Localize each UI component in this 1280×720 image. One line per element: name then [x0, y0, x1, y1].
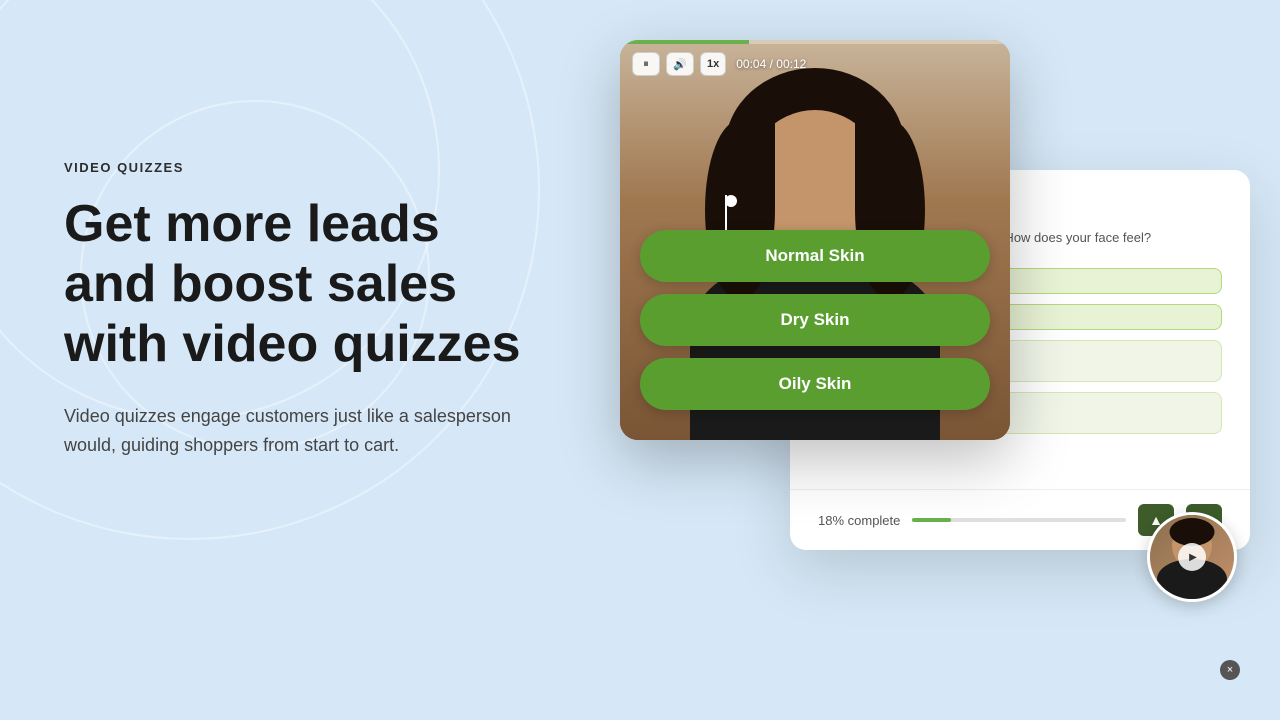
- volume-icon: 🔊: [673, 58, 687, 71]
- thumb-person-hair: [1170, 518, 1215, 546]
- video-progress-fill: [620, 40, 749, 44]
- thumb-play-icon[interactable]: ▶: [1178, 543, 1206, 571]
- progress-bar-container: [912, 518, 1126, 522]
- video-thumb-background: ▶: [1150, 515, 1234, 599]
- section-tag: VIDEO QUIZZES: [64, 160, 584, 175]
- video-thumbnail[interactable]: ▶: [1147, 512, 1237, 602]
- answer-normal-skin[interactable]: Normal Skin: [640, 230, 990, 282]
- right-section: ⏸ 🔊 1x 00:04 / 00:12 Normal Skin Dry Ski…: [610, 40, 1250, 720]
- answer-oily-skin[interactable]: Oily Skin: [640, 358, 990, 410]
- video-progress-bar: [620, 40, 1010, 44]
- speed-button[interactable]: 1x: [700, 52, 726, 76]
- video-card: ⏸ 🔊 1x 00:04 / 00:12 Normal Skin Dry Ski…: [620, 40, 1010, 440]
- headline-line3: with video quizzes: [64, 315, 521, 373]
- play-triangle: ▶: [1189, 552, 1197, 563]
- answer-buttons: Normal Skin Dry Skin Oily Skin: [640, 230, 990, 410]
- answer-dry-skin[interactable]: Dry Skin: [640, 294, 990, 346]
- headline-line1: Get more leads: [64, 195, 440, 253]
- earphone-cord: [725, 195, 727, 235]
- left-section: VIDEO QUIZZES Get more leads and boost s…: [64, 160, 584, 460]
- headline-line2: and boost sales: [64, 255, 457, 313]
- progress-label: 18% complete: [818, 513, 900, 528]
- headline: Get more leads and boost sales with vide…: [64, 195, 584, 374]
- pause-button[interactable]: ⏸: [632, 52, 660, 76]
- thumb-close-button[interactable]: ×: [1220, 660, 1240, 680]
- video-controls: ⏸ 🔊 1x 00:04 / 00:12: [632, 52, 998, 76]
- progress-bar-fill: [912, 518, 950, 522]
- time-display: 00:04 / 00:12: [736, 57, 806, 71]
- volume-button[interactable]: 🔊: [666, 52, 694, 76]
- subtext: Video quizzes engage customers just like…: [64, 402, 524, 460]
